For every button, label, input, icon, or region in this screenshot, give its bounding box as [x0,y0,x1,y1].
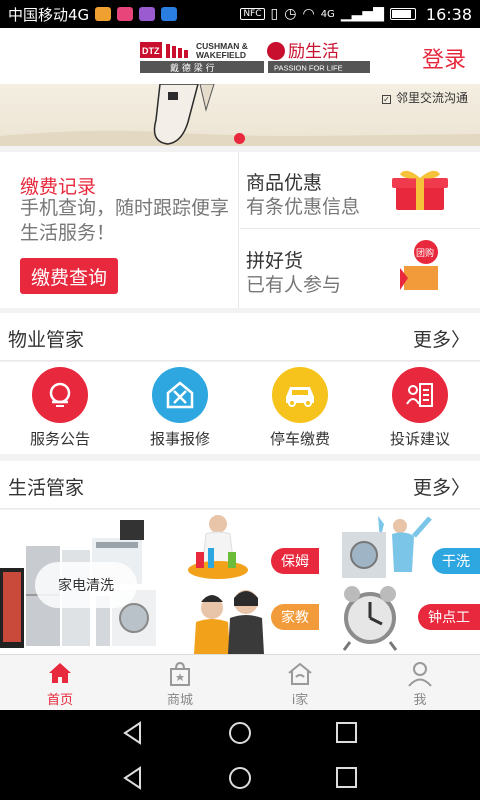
tab-label: i家 [291,693,309,708]
payment-record-desc: 手机查询，随时跟踪便享生活服务！ [20,197,230,244]
carousel-indicator[interactable] [234,133,245,144]
property-item-label: 报事报修 [149,430,210,448]
group-buy-sub: 已有人参与 [246,274,342,296]
banner-caption: ✓ 邻里交流沟通 [381,89,468,106]
repair-tools-icon [152,367,208,423]
property-item-complaint[interactable]: 投诉建议 [360,362,480,454]
svg-text:励生活: 励生活 [288,42,339,62]
property-item-notice[interactable]: 服务公告 [0,362,120,454]
shopping-bag-icon [170,661,190,686]
recents-icon [336,722,357,743]
appliance-tag[interactable]: 家电清洗 [35,562,137,608]
bell-icon [32,367,88,423]
house-icon [288,662,312,685]
tab-label: 商城 [166,693,193,708]
goods-discount-sub: 有条优惠信息 [246,196,361,218]
brand-logo: DTZ CUSHMAN & WAKEFIELD 戴 德 梁 行 励生活 PASS… [140,41,370,74]
home-nav-icon [229,722,251,744]
system-nav-bar-duplicate [0,755,480,800]
bottom-tab-bar: 首页 商城 i家 我 [0,654,480,710]
property-item-parking[interactable]: 停车缴费 [240,362,360,454]
tab-label: 首页 [46,693,73,708]
life-item-laundry[interactable]: 干洗 [320,510,480,581]
tab-ihome[interactable]: i家 [240,655,360,710]
payment-record-panel: 缴费记录 手机查询，随时跟踪便享生活服务！ 缴费查询 [0,152,239,308]
property-grid: 服务公告 报事报修 停车缴费 投诉建议 [0,362,480,454]
tutor-tag: 家教 [271,604,319,630]
property-item-label: 投诉建议 [389,430,450,448]
property-item-label: 停车缴费 [269,430,330,448]
tab-me[interactable]: 我 [360,655,480,710]
property-section-header: 物业管家 更多〉 [0,313,480,361]
nanny-tag: 保姆 [271,548,319,574]
alarm-icon: ◷ [284,6,297,22]
goods-discount-panel[interactable]: 商品优惠 有条优惠信息 [240,152,480,229]
group-buy-panel[interactable]: 拼好货 已有人参与 团购 [240,230,480,308]
property-item-label: 服务公告 [29,430,90,448]
checkbox-icon: ✓ [381,95,391,104]
banner-caption-text: 邻里交流沟通 [395,91,468,105]
svg-text:DTZ: DTZ [142,46,160,56]
home-nav-icon [229,767,251,789]
back-icon [123,766,141,790]
life-section-header: 生活管家 更多〉 [0,461,480,509]
payment-query-button[interactable]: 缴费查询 [20,258,118,294]
user-icon [408,662,432,687]
nfc-icon: NFC [240,8,265,20]
app-header: DTZ CUSHMAN & WAKEFIELD 戴 德 梁 行 励生活 PASS… [0,28,480,84]
notification-icon [117,7,134,21]
wifi-icon: ◠ [302,6,315,22]
recents-icon [336,767,357,788]
payment-record-title: 缴费记录 [20,176,97,198]
goods-discount-title: 商品优惠 [246,172,323,194]
system-nav-bar [0,710,480,755]
life-section-title: 生活管家 [8,477,85,499]
promo-card: 缴费记录 手机查询，随时跟踪便享生活服务！ 缴费查询 商品优惠 有条优惠信息 拼… [0,152,480,308]
group-buy-title: 拼好货 [246,250,304,272]
notification-icon [95,7,112,21]
life-more-link[interactable]: 更多〉 [413,473,470,500]
hourly-tag: 钟点工 [418,604,480,630]
login-button[interactable]: 登录 [422,42,466,74]
home-icon [49,663,71,683]
carrier-label: 中国移动4G [8,5,90,24]
svg-text:团购: 团购 [416,247,434,259]
notification-icon [139,7,156,21]
life-item-hourly[interactable]: 钟点工 [320,582,480,654]
back-icon [123,721,141,745]
signal-icon: ▁▃▅▇ [340,6,384,22]
notification-icon [161,7,178,21]
car-icon [272,367,328,423]
svg-text:WAKEFIELD: WAKEFIELD [196,50,246,60]
tab-home[interactable]: 首页 [0,655,120,710]
network-type: 4G [320,8,335,20]
vibrate-icon: ▯ [270,6,279,22]
app-screen: 中国移动4G NFC ▯ ◷ ◠ 4G ▁▃▅▇ 16:38 DTZ CUSHM… [0,0,480,800]
group-buy-badge-icon: 团购 [400,240,438,290]
property-more-link[interactable]: 更多〉 [413,325,470,352]
tab-mall[interactable]: 商城 [120,655,240,710]
system-nav-buttons [123,766,357,790]
life-item-tutor[interactable]: 家教 [160,582,319,654]
status-bar: 中国移动4G NFC ▯ ◷ ◠ 4G ▁▃▅▇ 16:38 [0,0,480,28]
svg-text:PASSION FOR LIFE: PASSION FOR LIFE [274,64,343,73]
tab-label: 我 [413,693,427,708]
life-item-nanny[interactable]: 保姆 [160,510,319,581]
gift-box-icon [392,170,448,210]
laundry-tag: 干洗 [432,548,480,574]
property-section-title: 物业管家 [8,329,85,351]
complaint-icon [392,367,448,423]
clock-label: 16:38 [425,4,472,24]
battery-icon [389,8,416,20]
svg-text:戴 德 梁 行: 戴 德 梁 行 [170,62,215,74]
system-nav-buttons [123,721,357,745]
property-item-repair[interactable]: 报事报修 [120,362,240,454]
